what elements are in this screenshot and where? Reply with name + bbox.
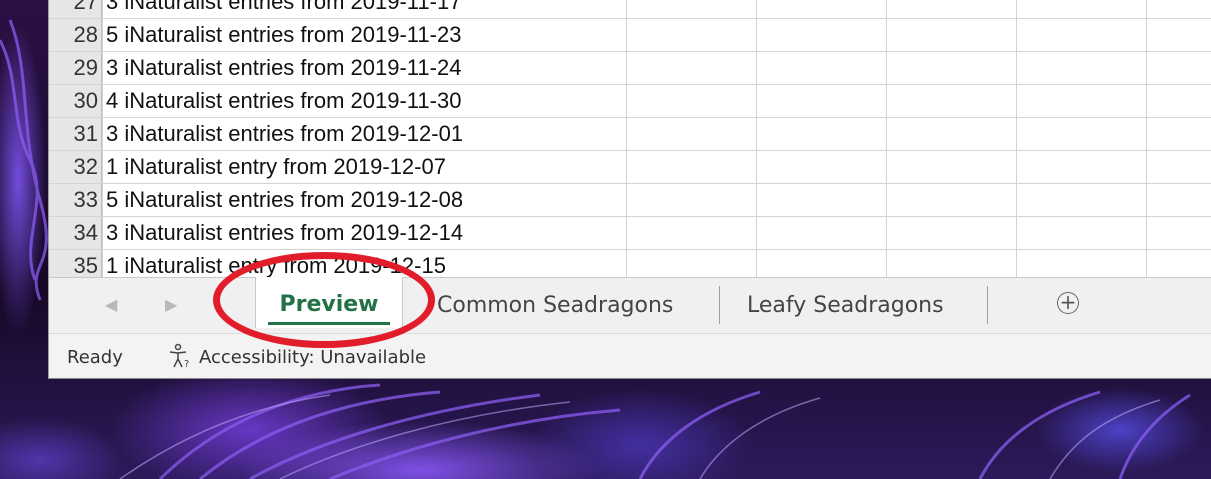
cell-a[interactable]: 3 iNaturalist entries from 2019-12-01 xyxy=(102,118,463,150)
row-header[interactable]: 29 xyxy=(49,52,102,84)
row-header[interactable]: 33 xyxy=(49,184,102,216)
chevron-right-icon[interactable]: ▶ xyxy=(165,295,177,314)
cell-a[interactable]: 4 iNaturalist entries from 2019-11-30 xyxy=(102,85,461,117)
cell-a[interactable]: 5 iNaturalist entries from 2019-12-08 xyxy=(102,184,463,216)
tab-preview[interactable]: Preview xyxy=(255,277,403,328)
table-row[interactable]: 35 1 iNaturalist entry from 2019-12-15 xyxy=(49,250,1211,277)
status-ready-text: Ready xyxy=(67,347,123,368)
excel-window: 27 3 iNaturalist entries from 2019-11-17 2… xyxy=(48,0,1211,379)
column-gridline xyxy=(756,0,757,277)
chevron-left-icon[interactable]: ◀ xyxy=(105,295,117,314)
table-row[interactable]: 30 4 iNaturalist entries from 2019-11-30 xyxy=(49,85,1211,118)
row-header[interactable]: 32 xyxy=(49,151,102,183)
accessibility-status-text[interactable]: Accessibility: Unavailable xyxy=(199,347,426,368)
tab-leafy-seadragons-label: Leafy Seadragons xyxy=(747,293,944,318)
tab-preview-label: Preview xyxy=(279,292,379,317)
status-bar: Ready ? Accessibility: Unavailable xyxy=(49,333,1211,378)
column-gridline xyxy=(1016,0,1017,277)
tab-common-seadragons-label: Common Seadragons xyxy=(437,293,674,318)
column-gridline xyxy=(886,0,887,277)
plus-circle-icon[interactable]: + xyxy=(1057,292,1079,314)
tab-divider xyxy=(719,286,720,324)
row-header[interactable]: 35 xyxy=(49,250,102,277)
spreadsheet-grid: 27 3 iNaturalist entries from 2019-11-17 2… xyxy=(49,0,1211,277)
table-row[interactable]: 31 3 iNaturalist entries from 2019-12-01 xyxy=(49,118,1211,151)
table-row[interactable]: 34 3 iNaturalist entries from 2019-12-14 xyxy=(49,217,1211,250)
tab-divider xyxy=(987,286,988,324)
table-row[interactable]: 29 3 iNaturalist entries from 2019-11-24 xyxy=(49,52,1211,85)
tab-leafy-seadragons[interactable]: Leafy Seadragons xyxy=(747,278,944,328)
cell-a[interactable]: 3 iNaturalist entries from 2019-12-14 xyxy=(102,217,463,249)
accessibility-icon[interactable]: ? xyxy=(167,343,193,369)
tab-common-seadragons[interactable]: Common Seadragons xyxy=(437,278,673,328)
row-header[interactable]: 27 xyxy=(49,0,102,18)
cell-a[interactable]: 3 iNaturalist entries from 2019-11-17 xyxy=(102,0,461,18)
active-tab-underline xyxy=(268,322,390,325)
table-row[interactable]: 33 5 iNaturalist entries from 2019-12-08 xyxy=(49,184,1211,217)
column-gridline xyxy=(102,0,103,277)
cell-a[interactable]: 1 iNaturalist entry from 2019-12-15 xyxy=(102,250,446,277)
row-header[interactable]: 30 xyxy=(49,85,102,117)
table-row[interactable]: 28 5 iNaturalist entries from 2019-11-23 xyxy=(49,19,1211,52)
cell-a[interactable]: 5 iNaturalist entries from 2019-11-23 xyxy=(102,19,461,51)
table-row[interactable]: 32 1 iNaturalist entry from 2019-12-07 xyxy=(49,151,1211,184)
column-gridline xyxy=(1146,0,1147,277)
column-gridline xyxy=(626,0,627,277)
row-header[interactable]: 34 xyxy=(49,217,102,249)
svg-text:?: ? xyxy=(184,359,189,369)
cell-a[interactable]: 3 iNaturalist entries from 2019-11-24 xyxy=(102,52,461,84)
row-header[interactable]: 28 xyxy=(49,19,102,51)
sheet-tab-bar: ◀ ▶ Preview Common Seadragons Leafy Sead… xyxy=(49,277,1211,333)
cell-a[interactable]: 1 iNaturalist entry from 2019-12-07 xyxy=(102,151,446,183)
table-row[interactable]: 27 3 iNaturalist entries from 2019-11-17 xyxy=(49,0,1211,19)
row-header[interactable]: 31 xyxy=(49,118,102,150)
